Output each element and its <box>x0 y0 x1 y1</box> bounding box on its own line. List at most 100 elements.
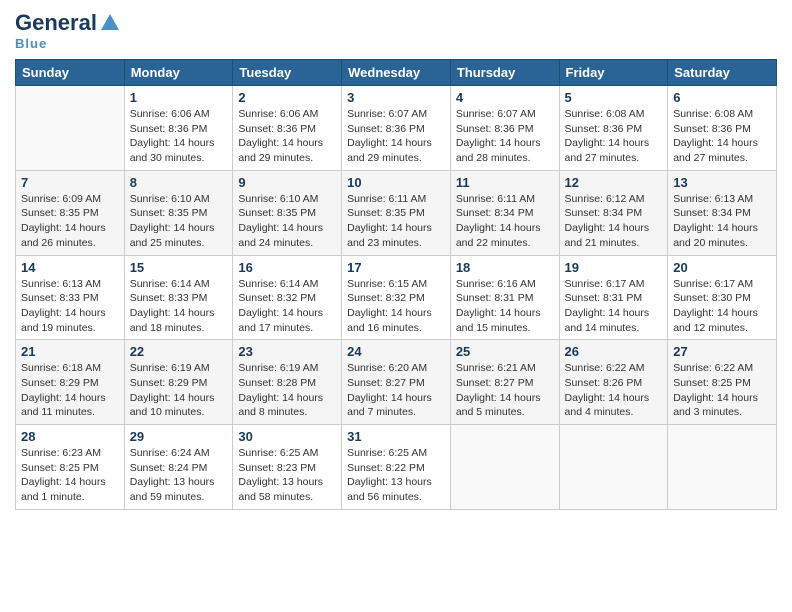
calendar-week-3: 14 Sunrise: 6:13 AM Sunset: 8:33 PM Dayli… <box>16 255 777 340</box>
calendar-day-empty <box>16 86 125 171</box>
calendar-day-31: 31 Sunrise: 6:25 AM Sunset: 8:22 PM Dayli… <box>342 425 451 510</box>
day-number: 3 <box>347 90 445 105</box>
day-number: 22 <box>130 344 228 359</box>
calendar-day-empty <box>559 425 668 510</box>
header-wednesday: Wednesday <box>342 60 451 86</box>
calendar-day-8: 8 Sunrise: 6:10 AM Sunset: 8:35 PM Daylig… <box>124 170 233 255</box>
day-info: Sunrise: 6:22 AM Sunset: 8:26 PM Dayligh… <box>565 361 663 420</box>
header-monday: Monday <box>124 60 233 86</box>
calendar-day-25: 25 Sunrise: 6:21 AM Sunset: 8:27 PM Dayli… <box>450 340 559 425</box>
day-info: Sunrise: 6:15 AM Sunset: 8:32 PM Dayligh… <box>347 277 445 336</box>
day-info: Sunrise: 6:11 AM Sunset: 8:34 PM Dayligh… <box>456 192 554 251</box>
day-info: Sunrise: 6:13 AM Sunset: 8:33 PM Dayligh… <box>21 277 119 336</box>
day-number: 18 <box>456 260 554 275</box>
calendar-week-5: 28 Sunrise: 6:23 AM Sunset: 8:25 PM Dayli… <box>16 425 777 510</box>
day-number: 5 <box>565 90 663 105</box>
day-info: Sunrise: 6:12 AM Sunset: 8:34 PM Dayligh… <box>565 192 663 251</box>
day-number: 28 <box>21 429 119 444</box>
calendar-day-7: 7Sunrise: 6:09 AM Sunset: 8:35 PM Daylig… <box>16 170 125 255</box>
day-number: 13 <box>673 175 771 190</box>
day-number: 20 <box>673 260 771 275</box>
calendar-day-17: 17 Sunrise: 6:15 AM Sunset: 8:32 PM Dayli… <box>342 255 451 340</box>
day-number: 1 <box>130 90 228 105</box>
day-number: 29 <box>130 429 228 444</box>
calendar-day-5: 5 Sunrise: 6:08 AM Sunset: 8:36 PM Daylig… <box>559 86 668 171</box>
day-info: Sunrise: 6:20 AM Sunset: 8:27 PM Dayligh… <box>347 361 445 420</box>
day-info: Sunrise: 6:07 AM Sunset: 8:36 PM Dayligh… <box>347 107 445 166</box>
day-number: 15 <box>130 260 228 275</box>
day-info: Sunrise: 6:25 AM Sunset: 8:22 PM Dayligh… <box>347 446 445 505</box>
day-info: Sunrise: 6:17 AM Sunset: 8:30 PM Dayligh… <box>673 277 771 336</box>
day-number: 19 <box>565 260 663 275</box>
calendar-day-16: 16 Sunrise: 6:14 AM Sunset: 8:32 PM Dayli… <box>233 255 342 340</box>
day-info: Sunrise: 6:14 AM Sunset: 8:33 PM Dayligh… <box>130 277 228 336</box>
day-info: Sunrise: 6:13 AM Sunset: 8:34 PM Dayligh… <box>673 192 771 251</box>
day-number: 17 <box>347 260 445 275</box>
calendar-body: 1 Sunrise: 6:06 AM Sunset: 8:36 PM Daylig… <box>16 86 777 510</box>
calendar-day-18: 18 Sunrise: 6:16 AM Sunset: 8:31 PM Dayli… <box>450 255 559 340</box>
day-number: 2 <box>238 90 336 105</box>
day-info: Sunrise: 6:08 AM Sunset: 8:36 PM Dayligh… <box>565 107 663 166</box>
day-number: 10 <box>347 175 445 190</box>
logo-blue: Blue <box>15 36 47 51</box>
day-info: Sunrise: 6:06 AM Sunset: 8:36 PM Dayligh… <box>130 107 228 166</box>
day-number: 25 <box>456 344 554 359</box>
calendar-day-30: 30Sunrise: 6:25 AM Sunset: 8:23 PM Dayli… <box>233 425 342 510</box>
calendar-day-24: 24 Sunrise: 6:20 AM Sunset: 8:27 PM Dayli… <box>342 340 451 425</box>
day-number: 9 <box>238 175 336 190</box>
page-header: General Blue <box>15 10 777 51</box>
calendar-day-4: 4 Sunrise: 6:07 AM Sunset: 8:36 PM Daylig… <box>450 86 559 171</box>
day-number: 6 <box>673 90 771 105</box>
calendar-day-empty <box>668 425 777 510</box>
day-info: Sunrise: 6:06 AM Sunset: 8:36 PM Dayligh… <box>238 107 336 166</box>
day-number: 14 <box>21 260 119 275</box>
header-thursday: Thursday <box>450 60 559 86</box>
day-number: 24 <box>347 344 445 359</box>
logo-general: General <box>15 10 97 36</box>
day-info: Sunrise: 6:11 AM Sunset: 8:35 PM Dayligh… <box>347 192 445 251</box>
day-number: 11 <box>456 175 554 190</box>
header-sunday: Sunday <box>16 60 125 86</box>
day-info: Sunrise: 6:07 AM Sunset: 8:36 PM Dayligh… <box>456 107 554 166</box>
day-info: Sunrise: 6:16 AM Sunset: 8:31 PM Dayligh… <box>456 277 554 336</box>
day-info: Sunrise: 6:08 AM Sunset: 8:36 PM Dayligh… <box>673 107 771 166</box>
header-friday: Friday <box>559 60 668 86</box>
calendar-header-row: SundayMondayTuesdayWednesdayThursdayFrid… <box>16 60 777 86</box>
header-tuesday: Tuesday <box>233 60 342 86</box>
calendar-week-2: 7Sunrise: 6:09 AM Sunset: 8:35 PM Daylig… <box>16 170 777 255</box>
calendar-day-28: 28 Sunrise: 6:23 AM Sunset: 8:25 PM Dayli… <box>16 425 125 510</box>
calendar-day-14: 14 Sunrise: 6:13 AM Sunset: 8:33 PM Dayli… <box>16 255 125 340</box>
day-number: 8 <box>130 175 228 190</box>
day-info: Sunrise: 6:23 AM Sunset: 8:25 PM Dayligh… <box>21 446 119 505</box>
day-number: 12 <box>565 175 663 190</box>
calendar-day-22: 22Sunrise: 6:19 AM Sunset: 8:29 PM Dayli… <box>124 340 233 425</box>
day-info: Sunrise: 6:10 AM Sunset: 8:35 PM Dayligh… <box>130 192 228 251</box>
calendar-day-26: 26 Sunrise: 6:22 AM Sunset: 8:26 PM Dayli… <box>559 340 668 425</box>
calendar-day-11: 11 Sunrise: 6:11 AM Sunset: 8:34 PM Dayli… <box>450 170 559 255</box>
calendar-day-1: 1 Sunrise: 6:06 AM Sunset: 8:36 PM Daylig… <box>124 86 233 171</box>
calendar-day-29: 29Sunrise: 6:24 AM Sunset: 8:24 PM Dayli… <box>124 425 233 510</box>
logo: General Blue <box>15 10 121 51</box>
day-info: Sunrise: 6:19 AM Sunset: 8:28 PM Dayligh… <box>238 361 336 420</box>
day-number: 4 <box>456 90 554 105</box>
calendar-day-12: 12 Sunrise: 6:12 AM Sunset: 8:34 PM Dayli… <box>559 170 668 255</box>
calendar-week-1: 1 Sunrise: 6:06 AM Sunset: 8:36 PM Daylig… <box>16 86 777 171</box>
day-number: 31 <box>347 429 445 444</box>
calendar-day-3: 3 Sunrise: 6:07 AM Sunset: 8:36 PM Daylig… <box>342 86 451 171</box>
calendar-day-19: 19Sunrise: 6:17 AM Sunset: 8:31 PM Dayli… <box>559 255 668 340</box>
day-number: 23 <box>238 344 336 359</box>
calendar-day-2: 2 Sunrise: 6:06 AM Sunset: 8:36 PM Daylig… <box>233 86 342 171</box>
header-saturday: Saturday <box>668 60 777 86</box>
day-info: Sunrise: 6:18 AM Sunset: 8:29 PM Dayligh… <box>21 361 119 420</box>
day-info: Sunrise: 6:21 AM Sunset: 8:27 PM Dayligh… <box>456 361 554 420</box>
day-info: Sunrise: 6:09 AM Sunset: 8:35 PM Dayligh… <box>21 192 119 251</box>
calendar-day-6: 6 Sunrise: 6:08 AM Sunset: 8:36 PM Daylig… <box>668 86 777 171</box>
calendar-day-10: 10 Sunrise: 6:11 AM Sunset: 8:35 PM Dayli… <box>342 170 451 255</box>
day-number: 26 <box>565 344 663 359</box>
calendar-day-23: 23 Sunrise: 6:19 AM Sunset: 8:28 PM Dayli… <box>233 340 342 425</box>
day-number: 30 <box>238 429 336 444</box>
day-info: Sunrise: 6:22 AM Sunset: 8:25 PM Dayligh… <box>673 361 771 420</box>
calendar-day-20: 20 Sunrise: 6:17 AM Sunset: 8:30 PM Dayli… <box>668 255 777 340</box>
day-number: 16 <box>238 260 336 275</box>
day-info: Sunrise: 6:14 AM Sunset: 8:32 PM Dayligh… <box>238 277 336 336</box>
